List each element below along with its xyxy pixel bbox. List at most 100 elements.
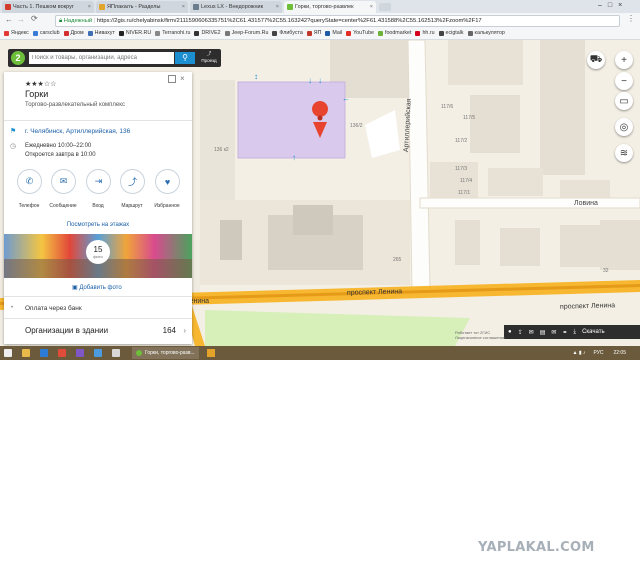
tab-close-icon[interactable]: × bbox=[88, 4, 91, 10]
bookmark-item[interactable]: foodmarket bbox=[377, 30, 411, 36]
building-highlight bbox=[237, 81, 346, 159]
entrance-arrow-icon[interactable]: ↓ bbox=[318, 76, 322, 85]
locate-icon[interactable]: ◎ bbox=[615, 118, 633, 136]
zoom-in-button[interactable]: + bbox=[615, 51, 633, 69]
zoom-out-button[interactable]: − bbox=[615, 72, 633, 90]
download-icon[interactable]: ⤓ bbox=[573, 329, 576, 336]
house-number: 136 к2 bbox=[214, 147, 229, 153]
download-button[interactable]: Скачать bbox=[582, 329, 605, 335]
photos-count-badge[interactable]: 15 фото bbox=[86, 240, 110, 264]
search-icon[interactable]: ⚲ bbox=[175, 52, 195, 64]
traffic-icon[interactable]: ⛟ bbox=[587, 51, 605, 69]
app-icon[interactable] bbox=[112, 349, 120, 357]
house-number: 117/4 bbox=[460, 178, 473, 184]
clock[interactable]: 22:05 bbox=[613, 350, 626, 356]
search-input[interactable] bbox=[29, 52, 174, 64]
bookmark-item[interactable]: hh.ru bbox=[415, 30, 435, 36]
route-button[interactable]: ⤴ bbox=[120, 169, 145, 194]
close-icon[interactable]: × bbox=[180, 74, 185, 83]
app-icon[interactable] bbox=[94, 349, 102, 357]
bookmark-item[interactable]: ЯП bbox=[306, 30, 321, 36]
bookmark-item[interactable]: Флибуста bbox=[272, 30, 303, 36]
bookmark-item[interactable]: Яндекс bbox=[4, 30, 29, 36]
place-address[interactable]: г. Челябинск, Артиллерийская, 136 bbox=[25, 128, 130, 135]
bookmark-item[interactable]: DRIVE2 bbox=[194, 30, 221, 36]
bookmark-icon bbox=[346, 30, 352, 36]
orgs-in-building-row[interactable]: Организации в здании 164 › bbox=[25, 326, 188, 335]
route-button[interactable]: ⤴ Проезд bbox=[200, 50, 218, 64]
bookmark-item[interactable]: ecigtalk bbox=[438, 30, 464, 36]
user-icon[interactable]: ● bbox=[508, 329, 512, 335]
new-tab-button[interactable] bbox=[379, 3, 391, 11]
print-icon[interactable]: ▤ bbox=[540, 329, 546, 336]
favorite-button[interactable]: ♥ bbox=[155, 169, 180, 194]
orgs-count: 164 bbox=[162, 326, 176, 335]
photo-strip[interactable]: 15 фото bbox=[4, 234, 192, 278]
add-photo-link[interactable]: ▣ Добавить фото bbox=[72, 284, 122, 291]
bookmark-item[interactable]: carsclub bbox=[32, 30, 60, 36]
share-icon[interactable]: ⇪ bbox=[518, 329, 523, 336]
taskbar-window-chrome[interactable]: Горки, торгово-разв... bbox=[132, 347, 199, 359]
browser-tab-bar: Часть 1. Пешком вокруг × ЯПлакалъ - Разде… bbox=[0, 0, 640, 13]
language-indicator[interactable]: РУС bbox=[593, 350, 603, 356]
chat-icon[interactable]: ✉ bbox=[529, 329, 534, 336]
inside-floors-link[interactable]: Посмотреть на этажах bbox=[4, 222, 192, 228]
block bbox=[500, 228, 540, 266]
expand-icon[interactable] bbox=[168, 75, 176, 83]
map-attribution: Работает тот 2ГИС Лицензионное соглашени… bbox=[455, 330, 506, 340]
start-icon[interactable] bbox=[4, 349, 12, 357]
tab-close-icon[interactable]: × bbox=[182, 4, 185, 10]
browser-tab[interactable]: ЯПлакалъ - Разделы × bbox=[96, 1, 188, 13]
bookmark-icon bbox=[272, 30, 278, 36]
bookmark-item[interactable]: калькулятор bbox=[467, 30, 505, 36]
lock-icon: 🔒︎ bbox=[59, 18, 63, 24]
back-arrow-icon[interactable]: ← bbox=[5, 15, 13, 24]
reload-icon[interactable]: ⟳ bbox=[31, 14, 38, 23]
entrance-arrow-icon[interactable]: ↑ bbox=[292, 153, 296, 162]
route-icon: ⤴ bbox=[127, 177, 137, 187]
phone-button[interactable]: ✆ bbox=[17, 169, 42, 194]
bookmark-item[interactable]: Нивахут bbox=[87, 30, 115, 36]
url-field[interactable]: 🔒︎ Надежный | https://2gis.ru/chelyabins… bbox=[55, 15, 620, 27]
bookmark-item[interactable]: YouTube bbox=[346, 30, 374, 36]
entrance-arrow-icon[interactable]: ↓ bbox=[308, 76, 312, 85]
tab-favicon-icon bbox=[5, 4, 11, 10]
app-icon[interactable] bbox=[40, 349, 48, 357]
bookmark-icon bbox=[224, 30, 230, 36]
app-icon[interactable] bbox=[58, 349, 66, 357]
ruler-icon[interactable]: ▭ bbox=[615, 92, 633, 110]
bookmark-item[interactable]: Mail bbox=[325, 30, 342, 36]
bookmark-item[interactable]: Jeep-Forum.Ru bbox=[224, 30, 268, 36]
menu-icon[interactable]: ⋮ bbox=[627, 14, 635, 23]
bookmarks-bar: Яндекс carsclub Дром Нивахут NIVER.RU Terrano… bbox=[0, 27, 640, 40]
street-label: Ловина bbox=[574, 200, 598, 207]
block bbox=[455, 220, 480, 265]
message-button[interactable]: ✉ bbox=[51, 169, 76, 194]
block bbox=[200, 80, 235, 200]
bookmark-icon bbox=[438, 30, 444, 36]
entrance-arrow-icon[interactable]: ← bbox=[342, 94, 350, 103]
bookmark-item[interactable]: Дром bbox=[63, 30, 84, 36]
app-icon[interactable] bbox=[206, 349, 215, 357]
browser-tab[interactable]: Часть 1. Пешком вокруг × bbox=[2, 1, 94, 13]
entrance-button[interactable]: ⇥ bbox=[86, 169, 111, 194]
tab-close-icon[interactable]: × bbox=[276, 4, 279, 10]
place-hours: Ежедневно 10:00–22:00 bbox=[25, 143, 92, 149]
browser-tab-active[interactable]: Горки, торгово-развлек × bbox=[284, 1, 376, 13]
2gis-logo-icon[interactable]: 2 bbox=[11, 51, 25, 65]
folder-icon[interactable] bbox=[22, 349, 30, 357]
window-controls[interactable]: –□× bbox=[598, 2, 628, 9]
tab-close-icon[interactable]: × bbox=[370, 4, 373, 10]
forward-arrow-icon[interactable]: → bbox=[17, 15, 25, 24]
tray-icons[interactable]: ▲ ▮ ♪ bbox=[572, 350, 585, 356]
browser-tab[interactable]: Lexus LX - Внедорожник × bbox=[190, 1, 282, 13]
bookmark-item[interactable]: NIVER.RU bbox=[118, 30, 151, 36]
entrance-arrow-icon[interactable]: ↕ bbox=[254, 72, 258, 81]
link-icon[interactable]: ⚭ bbox=[562, 329, 567, 336]
mail-icon[interactable]: ✉ bbox=[551, 329, 556, 336]
bookmark-item[interactable]: Terranohi.ru bbox=[155, 30, 190, 36]
viber-icon[interactable] bbox=[76, 349, 84, 357]
payment-bullet-icon: • bbox=[11, 305, 14, 311]
tab-favicon-icon bbox=[99, 4, 105, 10]
layers-icon[interactable]: ≋ bbox=[615, 144, 633, 162]
